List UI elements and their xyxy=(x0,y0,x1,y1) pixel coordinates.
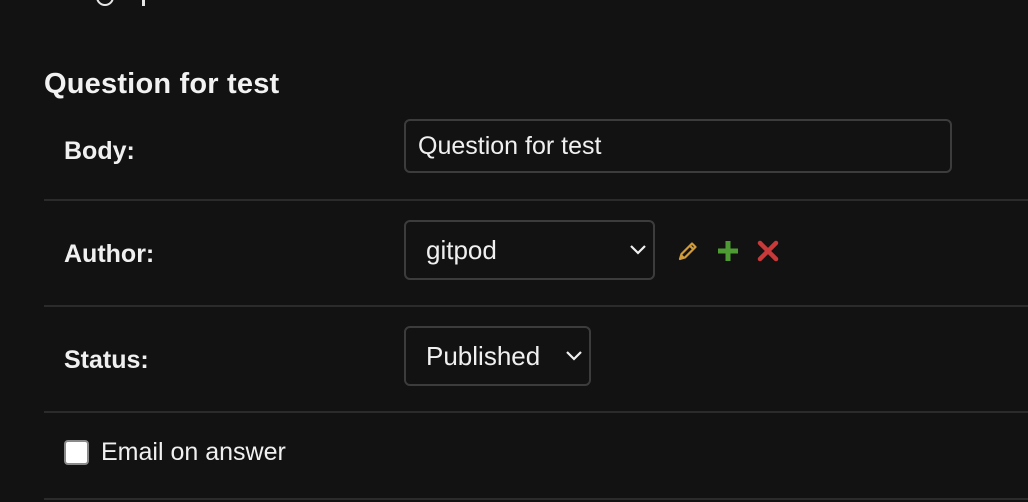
cut-glyph xyxy=(96,0,114,6)
author-selected-value: gitpod xyxy=(426,234,497,265)
form-row-email-on-answer: Email on answer xyxy=(44,413,1028,500)
admin-change-form: Question for test Body: Author: gitpod xyxy=(0,0,1028,502)
status-selected-value: Published xyxy=(426,340,541,371)
author-select[interactable]: gitpod xyxy=(404,220,655,280)
pencil-icon[interactable] xyxy=(674,237,702,265)
email-on-answer-checkbox[interactable] xyxy=(64,440,89,465)
cut-glyph xyxy=(142,0,152,6)
body-label: Body: xyxy=(64,137,135,165)
chevron-down-icon xyxy=(559,326,589,386)
plus-icon[interactable] xyxy=(714,237,742,265)
close-icon[interactable] xyxy=(754,237,782,265)
author-related-actions xyxy=(674,237,782,265)
form-row-author: Author: gitpod xyxy=(44,201,1028,307)
form-row-status: Status: Published xyxy=(44,307,1028,413)
body-input[interactable] xyxy=(404,119,952,173)
status-label: Status: xyxy=(64,346,149,374)
fieldset-title: Question for test xyxy=(44,68,280,101)
chevron-down-icon xyxy=(623,220,653,280)
email-on-answer-label[interactable]: Email on answer xyxy=(101,438,286,467)
form-row-body: Body: xyxy=(44,100,1028,201)
truncated-previous-text xyxy=(96,0,152,6)
author-label: Author: xyxy=(64,240,155,268)
email-on-answer-field: Email on answer xyxy=(64,438,286,467)
status-select[interactable]: Published xyxy=(404,326,591,386)
